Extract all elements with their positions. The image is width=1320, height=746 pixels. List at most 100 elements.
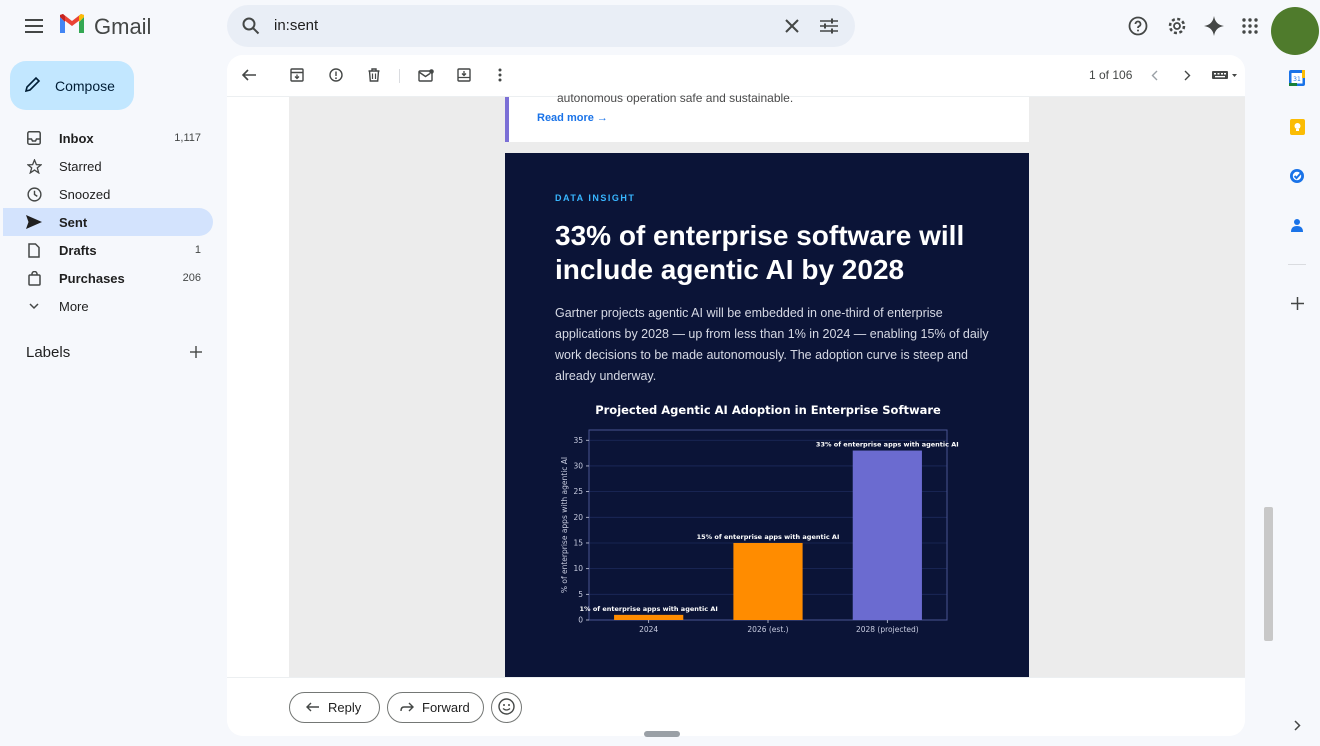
- sidebar-item-starred[interactable]: Starred: [3, 152, 213, 180]
- side-panel-divider: [1288, 264, 1306, 265]
- chart-data-label: 1% of enterprise apps with agentic AI: [580, 605, 718, 613]
- draft-file-icon: [25, 241, 43, 259]
- adoption-bar-chart: Projected Agentic AI Adoption in Enterpr…: [560, 403, 959, 634]
- more-options-icon[interactable]: [490, 65, 510, 85]
- chart-y-tick-label: 25: [573, 487, 583, 496]
- chart-bar: [614, 614, 684, 620]
- sidebar-item-drafts[interactable]: Drafts 1: [3, 236, 213, 264]
- compose-label: Compose: [55, 77, 115, 94]
- chart-y-tick-label: 5: [578, 590, 583, 599]
- settings-gear-icon[interactable]: [1165, 14, 1189, 38]
- chart-y-tick-label: 15: [573, 538, 583, 547]
- chart-y-tick-label: 35: [573, 436, 583, 445]
- chart-x-tick-label: 2026 (est.): [747, 625, 788, 634]
- expand-side-panel-chevron-icon[interactable]: [1287, 715, 1307, 735]
- section-tag: DATA INSIGHT: [555, 193, 636, 203]
- help-icon[interactable]: [1126, 14, 1150, 38]
- chart-data-label: 15% of enterprise apps with agentic AI: [697, 533, 840, 541]
- apps-grid-icon[interactable]: [1238, 14, 1262, 38]
- forward-arrow-icon: [400, 700, 414, 715]
- chart-y-tick-label: 0: [578, 616, 583, 625]
- sidebar-item-label: More: [59, 299, 89, 314]
- chevron-down-icon: [25, 297, 43, 315]
- sidebar-item-label: Snoozed: [59, 187, 111, 202]
- reply-label: Reply: [328, 700, 362, 715]
- search-input[interactable]: in:sent: [274, 17, 318, 34]
- account-avatar[interactable]: [1271, 7, 1319, 55]
- archive-icon[interactable]: [287, 65, 307, 85]
- tasks-icon[interactable]: [1287, 166, 1307, 186]
- keep-notes-icon[interactable]: [1287, 117, 1307, 137]
- main-menu-icon[interactable]: [22, 14, 46, 38]
- add-addon-plus-icon[interactable]: [1287, 293, 1307, 313]
- send-icon: [25, 213, 43, 231]
- clear-search-icon[interactable]: [780, 14, 804, 38]
- reply-bar: Reply Forward: [227, 677, 1245, 736]
- forward-button[interactable]: Forward: [387, 692, 484, 723]
- contacts-icon[interactable]: [1287, 215, 1307, 235]
- sidebar-item-inbox[interactable]: Inbox 1,117: [3, 124, 213, 152]
- sidebar-item-purchases[interactable]: Purchases 206: [3, 264, 213, 292]
- chevron-left-icon[interactable]: [1144, 65, 1164, 85]
- sidebar-item-label: Drafts: [59, 243, 97, 258]
- unread-count: 1,117: [174, 132, 201, 144]
- search-bar[interactable]: in:sent: [227, 5, 855, 47]
- sidebar-item-label: Inbox: [59, 131, 94, 146]
- add-label-icon[interactable]: [186, 342, 206, 362]
- chart-data-label: 33% of enterprise apps with agentic AI: [816, 441, 959, 449]
- scrollbar-thumb[interactable]: [1264, 507, 1273, 641]
- delete-trash-icon[interactable]: [364, 65, 384, 85]
- back-arrow-icon[interactable]: [239, 65, 259, 85]
- gmail-wordmark: Gmail: [94, 13, 152, 39]
- insight-body: Gartner projects agentic AI will be embe…: [555, 306, 989, 383]
- gmail-m-icon: [58, 13, 86, 40]
- message-view: 1 of 106 autonomous operation safe and s…: [227, 55, 1245, 736]
- clock-icon: [25, 185, 43, 203]
- purchases-count: 206: [182, 272, 201, 284]
- insight-headline: 33% of enterprise software will include …: [555, 220, 965, 285]
- chart-x-tick-label: 2028 (projected): [856, 625, 919, 634]
- gmail-logo[interactable]: Gmail: [58, 13, 151, 40]
- gemini-sparkle-icon[interactable]: [1202, 14, 1226, 38]
- emoji-reaction-button[interactable]: [491, 692, 522, 723]
- quote-block: autonomous operation safe and sustainabl…: [505, 91, 1029, 142]
- sidebar-item-label: Purchases: [59, 271, 125, 286]
- chart-bar: [852, 450, 922, 620]
- smiley-icon: [498, 697, 515, 718]
- svg-text:31: 31: [1293, 76, 1301, 83]
- report-spam-icon[interactable]: [326, 65, 346, 85]
- quote-text: autonomous operation safe and sustainabl…: [557, 91, 794, 105]
- resize-handle[interactable]: [644, 731, 680, 737]
- chevron-right-icon[interactable]: [1177, 65, 1197, 85]
- pencil-icon: [24, 76, 41, 95]
- forward-label: Forward: [422, 700, 470, 715]
- inbox-icon: [25, 129, 43, 147]
- chart-x-tick-label: 2024: [639, 625, 658, 634]
- calendar-icon[interactable]: 31: [1287, 68, 1307, 88]
- chart-title: Projected Agentic AI Adoption in Enterpr…: [595, 403, 941, 417]
- sidebar-item-label: Starred: [59, 159, 102, 174]
- chart-y-tick-label: 30: [573, 461, 583, 470]
- search-options-icon[interactable]: [817, 14, 841, 38]
- chart-y-tick-label: 10: [573, 564, 583, 573]
- mark-unread-icon[interactable]: [416, 65, 436, 85]
- search-icon[interactable]: [239, 14, 263, 38]
- input-tools-keyboard-icon[interactable]: [1210, 65, 1240, 85]
- sidebar-item-more[interactable]: More: [3, 292, 213, 320]
- sidebar-item-sent[interactable]: Sent: [3, 208, 213, 236]
- star-icon: [25, 157, 43, 175]
- pagination-text: 1 of 106: [1089, 68, 1133, 82]
- move-to-icon[interactable]: [454, 65, 474, 85]
- chart-y-axis-label: % of enterprise apps with agentic AI: [560, 457, 569, 593]
- read-more-link[interactable]: Read more →: [537, 112, 608, 124]
- labels-heading: Labels: [26, 344, 71, 361]
- chart-bar: [733, 542, 803, 620]
- compose-button[interactable]: Compose: [10, 61, 134, 110]
- draft-count: 1: [194, 244, 201, 256]
- reply-arrow-icon: [306, 700, 320, 715]
- reply-button[interactable]: Reply: [289, 692, 380, 723]
- sidebar-item-snoozed[interactable]: Snoozed: [3, 180, 213, 208]
- shopping-bag-icon: [25, 269, 43, 287]
- data-insight-section: DATA INSIGHT 33% of enterprise software …: [505, 153, 1029, 677]
- sidebar-item-label: Sent: [59, 215, 88, 230]
